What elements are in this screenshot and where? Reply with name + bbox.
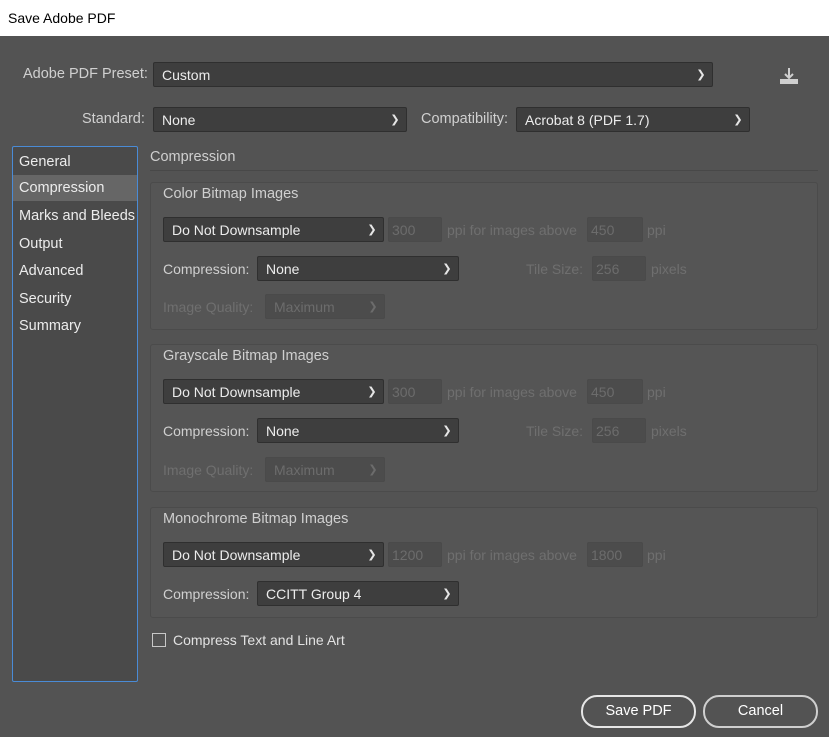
color-quality-select[interactable]: Maximum ❯ — [265, 294, 385, 319]
chevron-down-icon: ❯ — [390, 114, 400, 126]
color-tile-label: Tile Size: — [526, 261, 584, 277]
grayscale-compression-select[interactable]: None ❯ — [257, 418, 459, 443]
chevron-down-icon: ❯ — [367, 386, 377, 398]
chevron-down-icon: ❯ — [368, 301, 378, 313]
compatibility-value: Acrobat 8 (PDF 1.7) — [525, 111, 650, 128]
mono-group-title: Monochrome Bitmap Images — [163, 511, 349, 527]
mono-compression-label: Compression: — [163, 586, 250, 602]
grayscale-tile-label: Tile Size: — [526, 423, 584, 439]
grayscale-ppi-field[interactable]: 300 — [388, 379, 442, 404]
compress-text-label: Compress Text and Line Art — [173, 632, 345, 648]
standard-select[interactable]: None ❯ — [153, 107, 407, 132]
panel-divider — [150, 170, 818, 171]
mono-above-field[interactable]: 1800 — [587, 542, 643, 567]
mono-compression-value: CCITT Group 4 — [266, 585, 362, 602]
grayscale-above-field[interactable]: 450 — [587, 379, 643, 404]
mono-compression-select[interactable]: CCITT Group 4 ❯ — [257, 581, 459, 606]
compress-text-checkbox[interactable] — [152, 633, 166, 647]
grayscale-quality-value: Maximum — [274, 461, 335, 478]
save-pdf-button[interactable]: Save PDF — [581, 695, 696, 728]
chevron-down-icon: ❯ — [733, 114, 743, 126]
grayscale-compression-label: Compression: — [163, 423, 250, 439]
color-compression-label: Compression: — [163, 261, 250, 277]
grayscale-tile-unit: pixels — [651, 423, 687, 439]
chevron-down-icon: ❯ — [367, 224, 377, 236]
standard-value: None — [162, 111, 196, 128]
save-preset-icon[interactable] — [778, 66, 800, 86]
color-group-title: Color Bitmap Images — [163, 186, 299, 202]
compatibility-label: Compatibility: — [421, 111, 509, 127]
chevron-down-icon: ❯ — [442, 425, 452, 437]
chevron-down-icon: ❯ — [442, 588, 452, 600]
grayscale-compression-value: None — [266, 422, 300, 439]
sidebar-item-general[interactable]: General — [13, 149, 137, 175]
color-ppi-unit: ppi — [647, 222, 666, 238]
mono-above-label: ppi for images above — [447, 547, 577, 563]
preset-label: Adobe PDF Preset: — [23, 66, 148, 82]
chevron-down-icon: ❯ — [367, 549, 377, 561]
grayscale-downsample-value: Do Not Downsample — [172, 383, 301, 400]
chevron-down-icon: ❯ — [696, 69, 706, 81]
color-quality-value: Maximum — [274, 298, 335, 315]
sidebar-item-security[interactable]: Security — [13, 286, 137, 312]
sidebar-item-marks-and-bleeds[interactable]: Marks and Bleeds — [13, 203, 137, 229]
color-compression-value: None — [266, 260, 300, 277]
sidebar-item-compression[interactable]: Compression — [13, 175, 137, 201]
sidebar-item-output[interactable]: Output — [13, 231, 137, 257]
color-compression-select[interactable]: None ❯ — [257, 256, 459, 281]
color-tile-unit: pixels — [651, 261, 687, 277]
color-downsample-select[interactable]: Do Not Downsample ❯ — [163, 217, 384, 242]
grayscale-ppi-unit: ppi — [647, 384, 666, 400]
window-title: Save Adobe PDF — [8, 10, 116, 26]
preset-select[interactable]: Custom ❯ — [153, 62, 713, 87]
chevron-down-icon: ❯ — [442, 263, 452, 275]
grayscale-quality-select[interactable]: Maximum ❯ — [265, 457, 385, 482]
compatibility-select[interactable]: Acrobat 8 (PDF 1.7) ❯ — [516, 107, 750, 132]
mono-downsample-value: Do Not Downsample — [172, 546, 301, 563]
grayscale-tile-field[interactable]: 256 — [592, 418, 646, 443]
color-above-field[interactable]: 450 — [587, 217, 643, 242]
color-above-label: ppi for images above — [447, 222, 577, 238]
color-tile-field[interactable]: 256 — [592, 256, 646, 281]
color-quality-label: Image Quality: — [163, 299, 254, 315]
color-ppi-field[interactable]: 300 — [388, 217, 442, 242]
color-downsample-value: Do Not Downsample — [172, 221, 301, 238]
cancel-button[interactable]: Cancel — [703, 695, 818, 728]
grayscale-downsample-select[interactable]: Do Not Downsample ❯ — [163, 379, 384, 404]
panel-title: Compression — [150, 149, 236, 165]
grayscale-above-label: ppi for images above — [447, 384, 577, 400]
standard-label: Standard: — [82, 111, 145, 127]
preset-value: Custom — [162, 66, 211, 83]
sidebar-item-summary[interactable]: Summary — [13, 313, 137, 339]
chevron-down-icon: ❯ — [368, 464, 378, 476]
window-title-bar: Save Adobe PDF — [0, 0, 829, 36]
grayscale-group-title: Grayscale Bitmap Images — [163, 348, 330, 364]
mono-downsample-select[interactable]: Do Not Downsample ❯ — [163, 542, 384, 567]
mono-ppi-unit: ppi — [647, 547, 666, 563]
mono-ppi-field[interactable]: 1200 — [388, 542, 442, 567]
sidebar: General Compression Marks and Bleeds Out… — [12, 146, 138, 682]
grayscale-quality-label: Image Quality: — [163, 462, 254, 478]
sidebar-item-advanced[interactable]: Advanced — [13, 258, 137, 284]
